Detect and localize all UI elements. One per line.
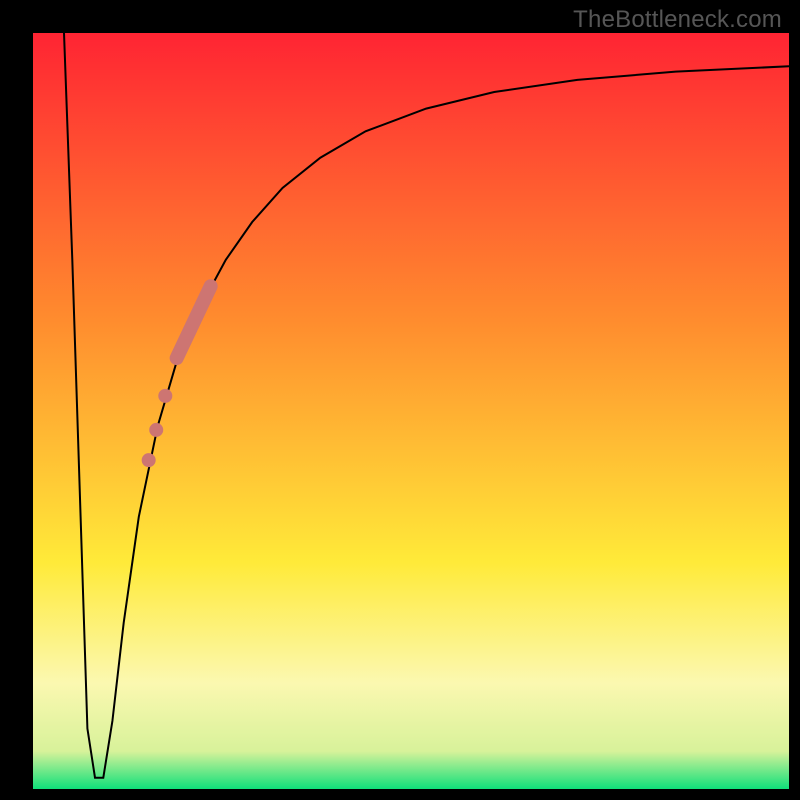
plot-background xyxy=(33,33,789,789)
highlight-dot xyxy=(142,453,156,467)
highlight-dot xyxy=(158,389,172,403)
chart-frame: TheBottleneck.com xyxy=(0,0,800,800)
highlight-dot xyxy=(149,423,163,437)
bottleneck-chart xyxy=(0,0,800,800)
